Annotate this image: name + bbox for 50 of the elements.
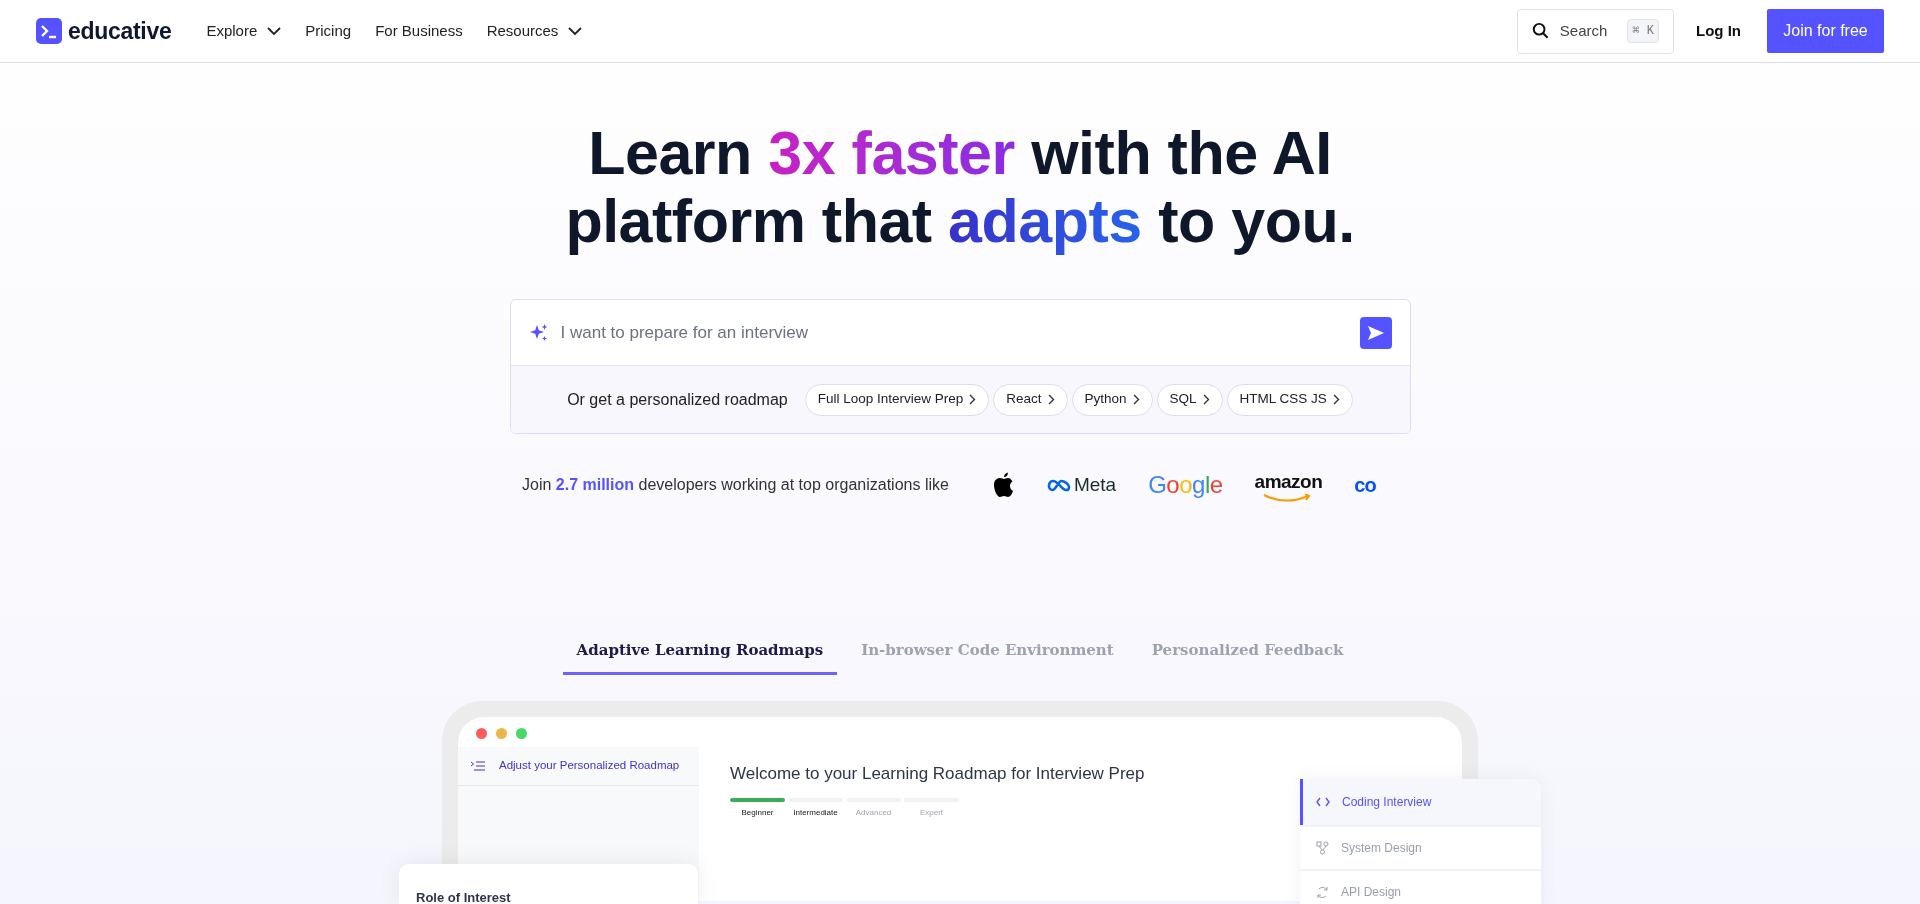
list-icon [471,760,485,771]
api-icon [1316,885,1329,899]
level-label: Intermediate [793,807,838,819]
google-wordmark: Google [1148,470,1223,500]
chevron-right-icon [1047,394,1055,405]
logo-icon[interactable] [36,18,62,44]
send-icon [1366,324,1385,341]
nav-link[interactable]: Explore [206,19,282,43]
shortcut-key: ⌘ K [1627,19,1659,43]
roadmap-chip[interactable]: HTML CSS JS [1226,383,1353,416]
track-item[interactable]: Coding Interview [1300,779,1541,825]
nav-link[interactable]: For Business [375,19,463,43]
roadmap-chip[interactable]: Python [1071,383,1153,416]
prompt-field[interactable]: I want to prepare for an interview [560,319,1348,346]
roadmap-title: Welcome to your Learning Roadmap for Interview Prep [730,762,1146,785]
role-card-title: Role of Interest [416,890,511,904]
headline: Learn 3x faster with the AI platform that adapts to you. [564,119,1356,255]
amazon-logo: amazon [1254,467,1323,503]
roadmap-chip[interactable]: Full Loop Interview Prep [804,383,990,416]
login-link[interactable]: Log In [1696,19,1741,43]
search-label: Search [1559,20,1608,41]
join-button[interactable]: Join for free [1767,9,1884,53]
code-icon [1316,797,1330,807]
apple-logo-icon [992,472,1015,498]
send-button[interactable] [1359,316,1392,349]
level-label: Expert [919,807,944,819]
chevron-right-icon [969,394,977,405]
search-icon [1532,21,1550,41]
meta-wordmark: Meta [1073,472,1117,497]
infinity-icon [1046,478,1071,492]
level-label: Beginner [741,807,774,819]
sidebar-header[interactable]: Adjust your Personalized Roadmap [499,756,680,775]
search-button[interactable]: Search ⌘ K [1517,8,1674,54]
roadmap-chip[interactable]: SQL [1156,383,1223,416]
feature-tab[interactable]: Adaptive Learning Roadmaps [562,639,838,675]
chevron-right-icon [1202,394,1210,405]
roadmap-label: Or get a personalized roadmap [567,389,788,410]
chevron-right-icon [1132,394,1140,405]
roadmap-chip[interactable]: React [993,383,1068,416]
chevron-down-icon [267,26,282,36]
chevron-right-icon [1332,394,1340,405]
chevron-down-icon [568,26,583,36]
nav-link[interactable]: Pricing [305,19,352,43]
level-label: Advanced [855,807,892,819]
sparkle-icon [528,322,549,343]
nav-link[interactable]: Resources [486,19,583,43]
nodes-icon [1316,841,1329,855]
social-proof-text: Join 2.7 million developers working at top organizations like [522,475,949,495]
partial-logo: co [1354,473,1376,498]
logo-wordmark[interactable]: educative [68,13,172,49]
